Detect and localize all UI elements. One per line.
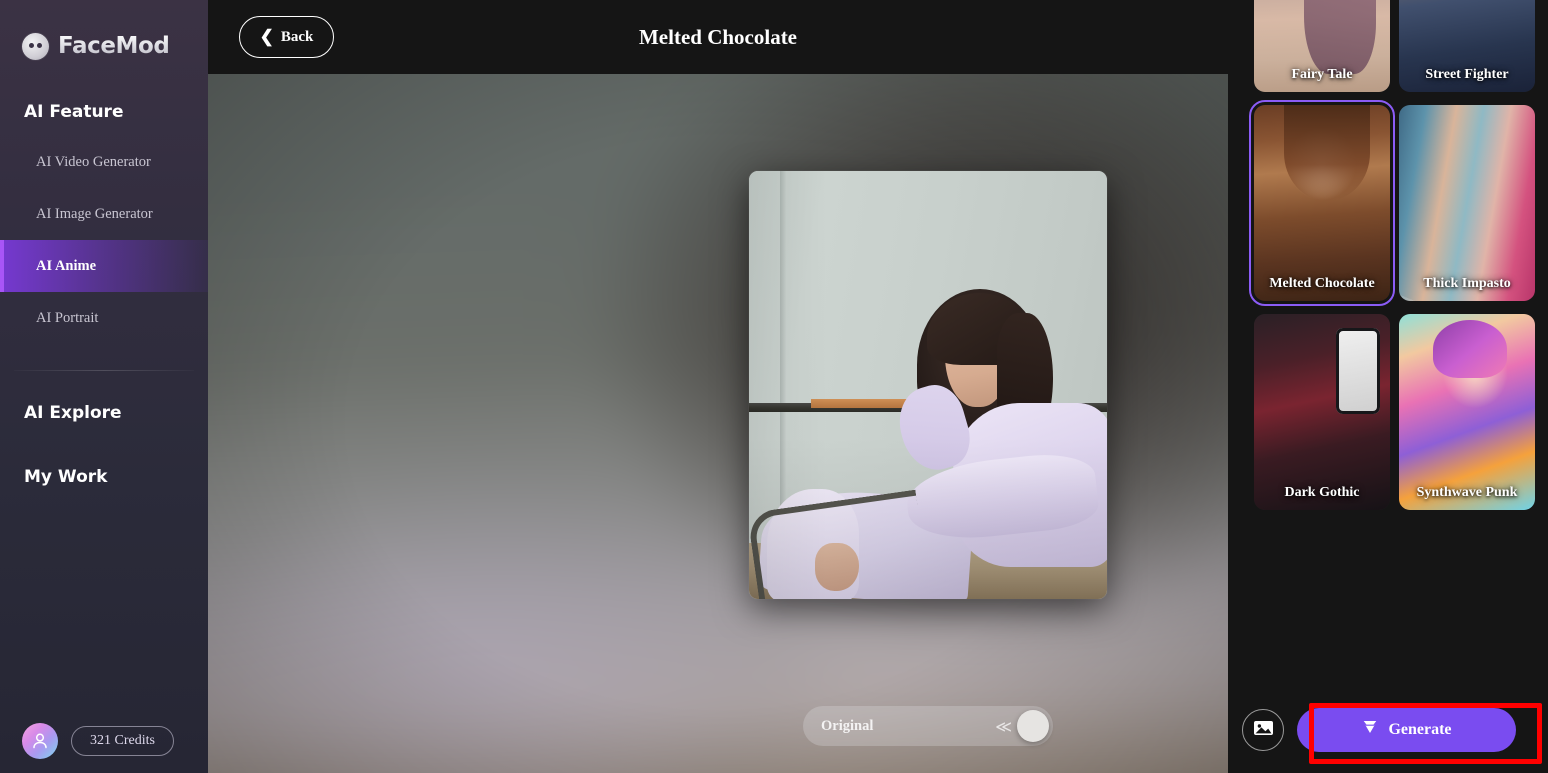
- style-card-street-fighter[interactable]: Street Fighter: [1399, 0, 1535, 92]
- sidebar-item-label: AI Anime: [36, 257, 97, 274]
- style-panel: Fairy Tale Street Fighter Melted Chocola…: [1228, 0, 1548, 773]
- preview-stage: Original ≪: [208, 74, 1228, 773]
- slider-handle[interactable]: [1017, 710, 1049, 742]
- image-icon: [1253, 719, 1274, 740]
- user-avatar-icon[interactable]: [22, 723, 58, 759]
- original-compare-slider[interactable]: Original ≪: [803, 706, 1053, 746]
- top-bar: ❮ Back Melted Chocolate: [208, 0, 1228, 74]
- brand-name: FaceMod: [58, 33, 170, 59]
- credits-badge[interactable]: 321 Credits: [71, 726, 174, 756]
- style-thumbnail: [1254, 314, 1390, 510]
- main-column: ❮ Back Melted Chocolate Original ≪: [208, 0, 1228, 773]
- sidebar-item-ai-anime[interactable]: AI Anime: [0, 240, 208, 292]
- sidebar-item-ai-portrait[interactable]: AI Portrait: [0, 292, 208, 344]
- compare-label: Original: [821, 717, 874, 734]
- diamond-icon: [1361, 719, 1379, 740]
- style-card-melted-chocolate[interactable]: Melted Chocolate: [1249, 100, 1395, 306]
- action-bar: Generate: [1228, 686, 1548, 773]
- sidebar-divider: [14, 370, 194, 371]
- style-grid-inner: Fairy Tale Street Fighter Melted Chocola…: [1249, 0, 1535, 510]
- style-thumbnail: [1399, 314, 1535, 510]
- style-card-fairy-tale[interactable]: Fairy Tale: [1254, 0, 1390, 92]
- sidebar-nav: AI Video Generator AI Image Generator AI…: [0, 136, 208, 344]
- photo-subject-hand: [815, 543, 859, 591]
- sidebar-footer: 321 Credits: [0, 709, 208, 773]
- sidebar-item-ai-image-generator[interactable]: AI Image Generator: [0, 188, 208, 240]
- brand-logo[interactable]: FaceMod: [0, 0, 208, 70]
- style-thumbnail: [1254, 105, 1390, 301]
- sidebar-item-ai-explore[interactable]: AI Explore: [0, 403, 208, 423]
- style-card-dark-gothic[interactable]: Dark Gothic: [1254, 314, 1390, 510]
- style-grid[interactable]: Fairy Tale Street Fighter Melted Chocola…: [1228, 0, 1548, 686]
- style-card-thick-impasto[interactable]: Thick Impasto: [1399, 105, 1535, 301]
- sidebar-item-label: AI Image Generator: [36, 205, 153, 222]
- sidebar: FaceMod AI Feature AI Video Generator AI…: [0, 0, 208, 773]
- face-logo-icon: [22, 32, 49, 60]
- sidebar-section-ai-feature: AI Feature: [24, 102, 124, 122]
- app-root: FaceMod AI Feature AI Video Generator AI…: [0, 0, 1548, 773]
- style-thumbnail: [1254, 0, 1390, 92]
- style-thumbnail: [1399, 105, 1535, 301]
- preview-photo[interactable]: [749, 171, 1107, 599]
- generate-button[interactable]: Generate: [1297, 707, 1516, 752]
- sidebar-item-label: AI Video Generator: [36, 153, 151, 170]
- back-button[interactable]: ❮ Back: [239, 16, 334, 58]
- image-icon-button[interactable]: [1242, 708, 1284, 751]
- generate-button-label: Generate: [1388, 720, 1452, 738]
- style-thumbnail: [1399, 0, 1535, 92]
- style-card-synthwave-punk[interactable]: Synthwave Punk: [1399, 314, 1535, 510]
- sidebar-item-label: AI Portrait: [36, 309, 99, 326]
- chevron-left-icon: ❮: [259, 27, 274, 46]
- page-title: Melted Chocolate: [638, 24, 798, 49]
- chevron-double-left-icon: ≪: [995, 716, 1012, 736]
- sidebar-item-my-work[interactable]: My Work: [0, 467, 208, 487]
- back-button-label: Back: [280, 28, 314, 45]
- sidebar-item-ai-video-generator[interactable]: AI Video Generator: [0, 136, 208, 188]
